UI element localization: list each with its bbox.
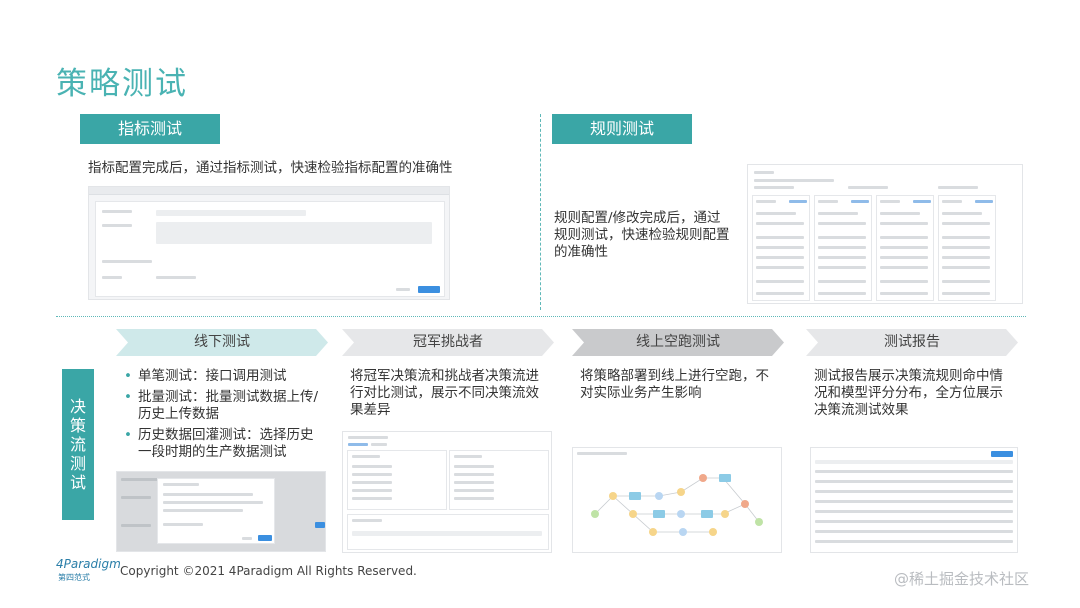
decision-flow-test-label: 决策流测试 <box>62 369 94 520</box>
step-shadow-test: 线上空跑测试 <box>572 329 784 356</box>
offline-test-list: 单笔测试：接口调用测试 批量测试：批量测试数据上传/历史上传数据 历史数据回灌测… <box>124 368 324 465</box>
company-logo: 4Paradigm <box>56 557 121 571</box>
step-champion-challenger: 冠军挑战者 <box>342 329 554 356</box>
company-logo-sub: 第四范式 <box>58 573 90 582</box>
list-item: 历史数据回灌测试：选择历史一段时期的生产数据测试 <box>124 427 324 461</box>
indicator-test-label: 指标测试 <box>80 114 220 144</box>
copyright: Copyright ©2021 4Paradigm All Rights Res… <box>120 564 417 578</box>
indicator-test-screenshot <box>88 186 450 300</box>
indicator-test-desc: 指标配置完成后，通过指标测试，快速检验指标配置的准确性 <box>88 160 453 176</box>
rule-test-label: 规则测试 <box>552 114 692 144</box>
vertical-divider <box>540 114 541 310</box>
page-title: 策略测试 <box>56 66 188 102</box>
shadow-test-screenshot <box>572 447 782 553</box>
step-test-report: 测试报告 <box>806 329 1018 356</box>
rule-test-desc: 规则配置/修改完成后，通过规则测试，快速检验规则配置的准确性 <box>554 210 730 260</box>
list-item: 单笔测试：接口调用测试 <box>124 368 324 385</box>
list-item: 批量测试：批量测试数据上传/历史上传数据 <box>124 389 324 423</box>
horizontal-divider <box>56 316 1026 317</box>
offline-test-screenshot <box>116 471 326 552</box>
flow-graph <box>594 477 760 533</box>
report-desc: 测试报告展示决策流规则命中情况和模型评分分布，全方位展示决策流测试效果 <box>814 368 1003 418</box>
rule-test-screenshot <box>747 164 1023 304</box>
step-offline-test: 线下测试 <box>116 329 328 356</box>
watermark: @稀土掘金技术社区 <box>894 570 1030 588</box>
champion-desc: 将冠军决策流和挑战者决策流进行对比测试，展示不同决策流效果差异 <box>350 368 539 418</box>
section-label-text: 决策流测试 <box>70 397 87 492</box>
shadow-desc: 将策略部署到线上进行空跑，不对实际业务产生影响 <box>580 368 769 401</box>
report-screenshot <box>810 447 1018 553</box>
champion-screenshot <box>342 431 552 553</box>
